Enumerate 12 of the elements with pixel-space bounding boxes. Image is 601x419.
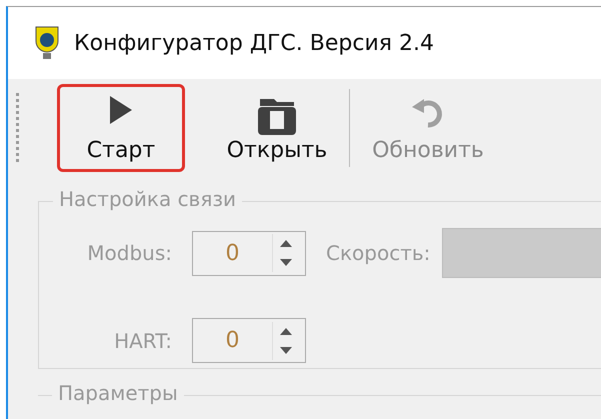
up-arrow-icon[interactable] xyxy=(280,240,292,247)
down-arrow-icon[interactable] xyxy=(280,259,292,266)
up-arrow-icon[interactable] xyxy=(280,328,292,334)
field-label: Modbus: xyxy=(87,241,172,265)
play-icon xyxy=(108,95,134,125)
toolbar-button[interactable]: Старт xyxy=(57,84,185,172)
window-title: Конфигуратор ДГС. Версия 2.4 xyxy=(74,30,434,56)
toolbar-button[interactable]: Открыть xyxy=(213,84,341,172)
down-arrow-icon[interactable] xyxy=(280,346,292,354)
app-logo-icon xyxy=(34,25,60,61)
field-label: HART: xyxy=(114,328,172,352)
field-label: Скорость: xyxy=(326,241,430,265)
